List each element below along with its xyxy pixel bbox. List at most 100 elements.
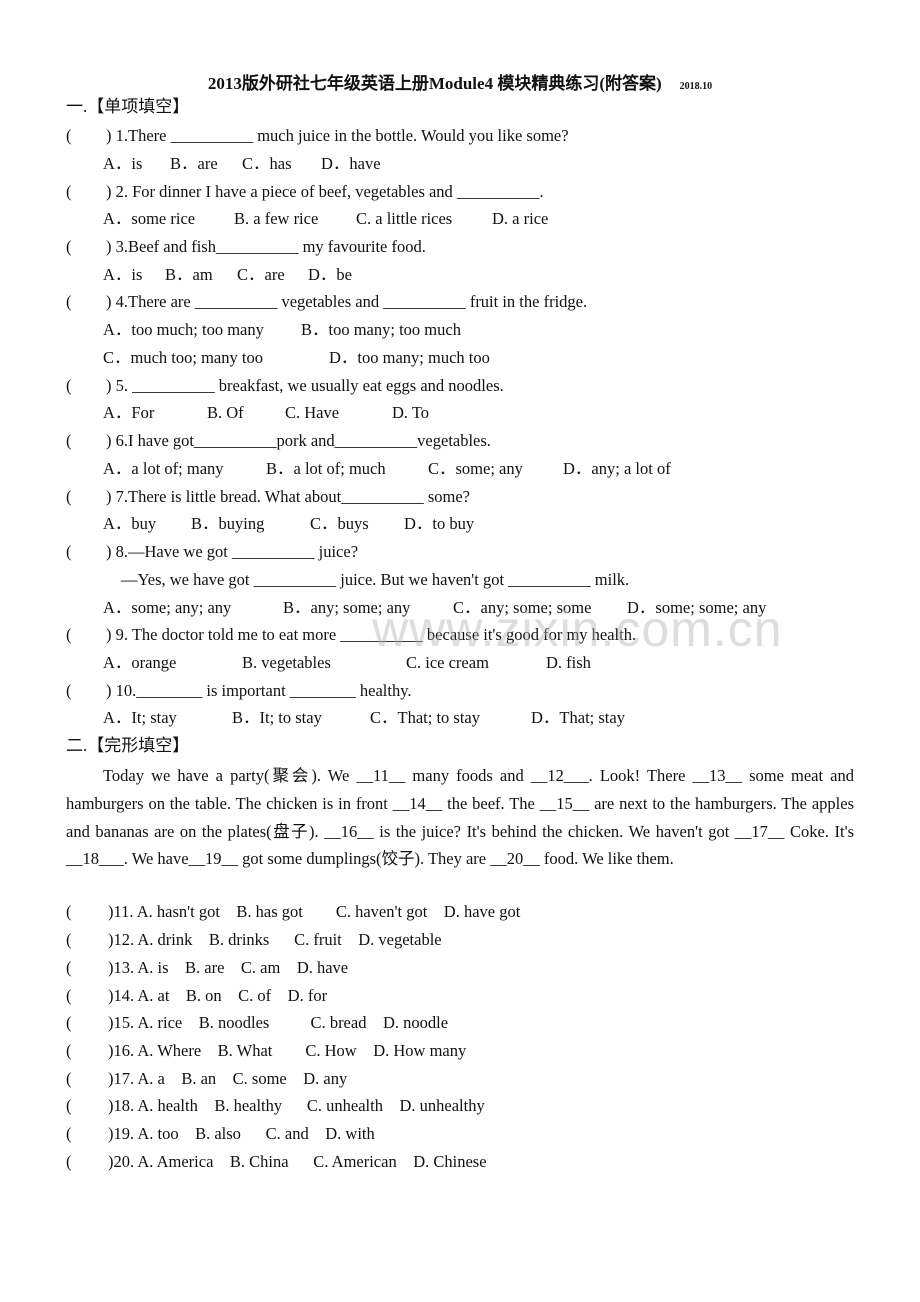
question-stem: For dinner I have a piece of beef, veget…: [128, 182, 544, 201]
close-paren: ): [106, 625, 112, 644]
cloze-question-text: )13. A. is B. are C. am D. have: [108, 958, 349, 977]
answer-paren[interactable]: (: [66, 958, 108, 978]
question-8-reply: —Yes, we have got __________ juice. But …: [121, 570, 630, 589]
option-b: B．It; to stay: [232, 708, 322, 727]
question-number: 2.: [115, 182, 128, 201]
option-a: A．buy: [103, 514, 157, 533]
answer-paren[interactable]: (: [66, 1013, 108, 1033]
answer-paren[interactable]: (: [66, 625, 106, 645]
question-4: () 4.There are __________ vegetables and…: [66, 292, 587, 312]
close-paren: ): [106, 681, 112, 700]
cloze-question-20: ()20. A. America B. China C. American D.…: [66, 1152, 487, 1172]
question-10: () 10.________ is important ________ hea…: [66, 681, 412, 701]
answer-paren[interactable]: (: [66, 1069, 108, 1089]
title-text: 2013版外研社七年级英语上册Module4 模块精典练习(附答案): [207, 74, 662, 93]
option-c: C．some; any: [428, 459, 523, 478]
option-b: B. Of: [207, 403, 244, 422]
answer-paren[interactable]: (: [66, 542, 106, 562]
cloze-question-text: )15. A. rice B. noodles C. bread D. nood…: [108, 1013, 449, 1032]
option-c: C．That; to stay: [370, 708, 480, 727]
option-c: C．any; some; some: [453, 598, 592, 617]
answer-paren[interactable]: (: [66, 681, 106, 701]
options-4b: C．much too; many too D．too many; much too: [103, 348, 490, 368]
question-5: () 5. __________ breakfast, we usually e…: [66, 376, 504, 396]
question-number: 6.: [115, 431, 128, 450]
option-c: C．has: [242, 154, 292, 173]
question-number: 5.: [115, 376, 128, 395]
answer-paren[interactable]: (: [66, 126, 106, 146]
option-d: D．to buy: [404, 514, 475, 533]
question-7: () 7.There is little bread. What about__…: [66, 487, 470, 507]
answer-paren[interactable]: (: [66, 986, 108, 1006]
question-stem: I have got__________pork and__________ve…: [128, 431, 491, 450]
answer-paren[interactable]: (: [66, 431, 106, 451]
answer-paren[interactable]: (: [66, 1124, 108, 1144]
option-d: D．That; stay: [531, 708, 625, 727]
answer-paren[interactable]: (: [66, 1152, 108, 1172]
cloze-passage-text: Today we have a party(聚会). We __11__ man…: [66, 766, 854, 869]
question-9: () 9. The doctor told me to eat more ___…: [66, 625, 636, 645]
question-stem: ________ is important ________ healthy.: [136, 681, 412, 700]
answer-paren[interactable]: (: [66, 902, 108, 922]
question-stem: There __________ much juice in the bottl…: [128, 126, 569, 145]
option-a: A．some rice: [103, 209, 196, 228]
answer-paren[interactable]: (: [66, 1096, 108, 1116]
option-a: A．too much; too many: [103, 320, 264, 339]
cloze-question-13: ()13. A. is B. are C. am D. have: [66, 958, 348, 978]
question-number: 8.: [115, 542, 128, 561]
cloze-question-11: ()11. A. hasn't got B. has got C. haven'…: [66, 902, 520, 922]
option-c: C．much too; many too: [103, 348, 263, 367]
options-9: A．orange B. vegetables C. ice cream D. fish: [103, 653, 591, 673]
option-c: C. Have: [285, 403, 340, 422]
cloze-question-text: )14. A. at B. on C. of D. for: [108, 986, 328, 1005]
options-6: A．a lot of; many B．a lot of; much C．some; …: [103, 459, 671, 479]
option-b: B．are: [170, 154, 218, 173]
answer-paren[interactable]: (: [66, 376, 106, 396]
question-number: 4.: [115, 292, 128, 311]
option-c: C．buys: [310, 514, 369, 533]
answer-paren[interactable]: (: [66, 292, 106, 312]
option-d: D. a rice: [492, 209, 549, 228]
option-c: C. ice cream: [406, 653, 489, 672]
option-b: B. a few rice: [234, 209, 319, 228]
option-a: A．orange: [103, 653, 177, 672]
title-date: 2018.10: [679, 81, 713, 92]
options-1: A．is B．are C．has D．have: [103, 154, 381, 174]
option-c: C．are: [237, 265, 285, 284]
question-stem: There is little bread. What about_______…: [128, 487, 470, 506]
question-stem: The doctor told me to eat more _________…: [128, 625, 637, 644]
options-5: A．For B. Of C. Have D. To: [103, 403, 429, 423]
cloze-question-15: ()15. A. rice B. noodles C. bread D. noo…: [66, 1013, 448, 1033]
cloze-question-text: )17. A. a B. an C. some D. any: [108, 1069, 348, 1088]
question-number: 7.: [115, 487, 128, 506]
close-paren: ): [106, 292, 112, 311]
answer-paren[interactable]: (: [66, 1041, 108, 1061]
cloze-question-18: ()18. A. health B. healthy C. unhealth D…: [66, 1096, 485, 1116]
question-number: 9.: [115, 625, 128, 644]
options-2: A．some rice B. a few rice C. a little rice…: [103, 209, 548, 229]
cloze-question-19: ()19. A. too B. also C. and D. with: [66, 1124, 375, 1144]
close-paren: ): [106, 126, 112, 145]
option-d: D．any; a lot of: [563, 459, 671, 478]
option-b: B．any; some; any: [283, 598, 411, 617]
document-title: 2013版外研社七年级英语上册Module4 模块精典练习(附答案) 2018.1…: [0, 69, 920, 94]
answer-paren[interactable]: (: [66, 930, 108, 950]
option-b: B．too many; too much: [301, 320, 461, 339]
question-2: () 2. For dinner I have a piece of beef,…: [66, 182, 544, 202]
close-paren: ): [106, 431, 112, 450]
question-number: 10.: [115, 681, 137, 700]
option-b: B．buying: [191, 514, 265, 533]
option-d: D．some; some; any: [627, 598, 767, 617]
close-paren: ): [106, 237, 112, 256]
answer-paren[interactable]: (: [66, 237, 106, 257]
answer-paren[interactable]: (: [66, 487, 106, 507]
option-d: D. fish: [546, 653, 591, 672]
question-stem: There are __________ vegetables and ____…: [128, 292, 588, 311]
question-1: () 1.There __________ much juice in the …: [66, 126, 569, 146]
section-heading-single-choice: 一.【单项填空】: [66, 97, 190, 116]
question-stem: —Have we got __________ juice?: [128, 542, 359, 561]
option-d: D．be: [308, 265, 352, 284]
option-c: C. a little rices: [356, 209, 453, 228]
question-8: () 8.—Have we got __________ juice?: [66, 542, 358, 562]
answer-paren[interactable]: (: [66, 182, 106, 202]
